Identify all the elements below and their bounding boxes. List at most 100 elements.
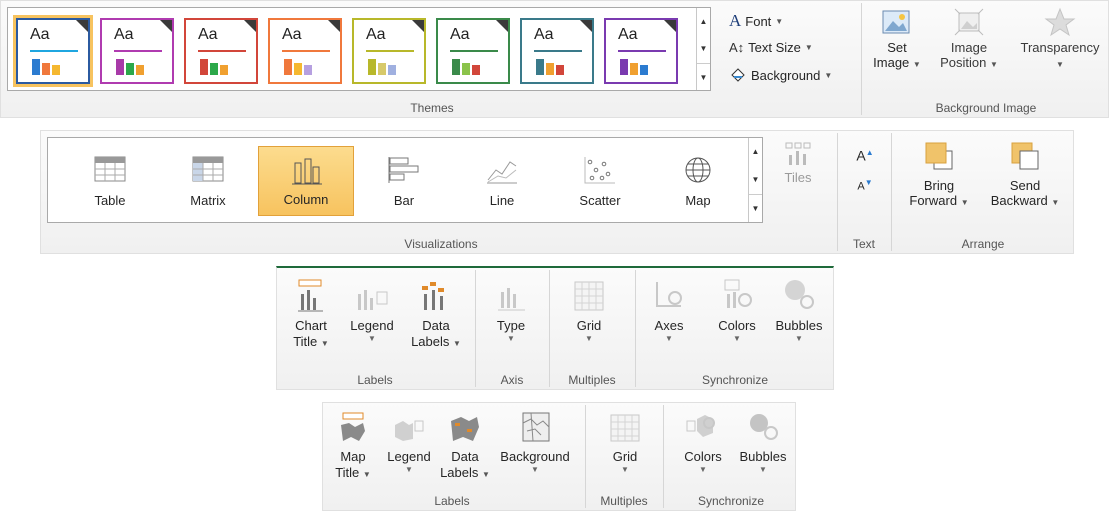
type-label: Type (496, 318, 526, 333)
increase-font-icon: A (856, 147, 866, 164)
scroll-down-icon[interactable]: ▼ (697, 35, 710, 62)
theme-thumbnail[interactable]: Aa (520, 18, 594, 84)
chevron-down-icon: ▼ (531, 465, 539, 474)
page-corner-icon (496, 20, 508, 32)
themes-gallery-scrollbar[interactable]: ▲ ▼ ▼ (696, 8, 710, 90)
theme-accent-line (450, 50, 498, 52)
tiles-button[interactable]: Tiles (773, 141, 823, 185)
viz-table-button[interactable]: Table (62, 146, 158, 216)
map-data-labels-button[interactable]: Data Labels ▼ (437, 411, 493, 483)
font-label: Font (745, 13, 772, 29)
matrix-icon (192, 156, 224, 182)
expand-gallery-icon[interactable]: ▼ (749, 193, 762, 223)
grid-button[interactable]: Grid ▼ (561, 278, 617, 344)
theme-thumbnail[interactable]: Aa (100, 18, 174, 84)
theme-sample-bar (126, 63, 134, 75)
viz-map-button[interactable]: Map (650, 146, 746, 216)
colors-sync-button[interactable]: Colors ▼ (709, 278, 765, 344)
viz-bar-button[interactable]: Bar (356, 146, 452, 216)
theme-thumbnail[interactable]: Aa (184, 18, 258, 84)
theme-sample-bar (640, 65, 648, 75)
theme-sample-text: Aa (282, 26, 302, 43)
map-legend-button[interactable]: Legend ▼ (381, 411, 437, 475)
image-position-button[interactable]: Image Position ▼ (933, 7, 1005, 72)
chevron-down-icon: ▼ (775, 16, 784, 26)
font-button[interactable]: A Font ▼ (729, 11, 783, 31)
bring-forward-icon (925, 142, 953, 170)
chart-title-line2: Title (293, 334, 318, 349)
chevron-down-icon: ▼ (759, 465, 767, 474)
image-position-line1: Image (950, 40, 988, 55)
map-data-labels-icon (451, 417, 479, 441)
map-grid-icon (610, 414, 640, 442)
chart-title-icon (298, 279, 323, 312)
scroll-up-icon[interactable]: ▲ (697, 8, 710, 35)
synchronize-group-label: Synchronize (701, 373, 769, 387)
viz-gallery-scrollbar[interactable]: ▲ ▼ ▼ (748, 138, 762, 222)
send-backward-button[interactable]: Send Backward ▼ (983, 139, 1067, 210)
scroll-up-icon[interactable]: ▲ (749, 138, 762, 166)
chevron-down-icon: ▼ (912, 60, 921, 69)
page-corner-icon (412, 20, 424, 32)
page-corner-icon (244, 20, 256, 32)
viz-label: Table (94, 193, 126, 208)
expand-gallery-icon[interactable]: ▼ (697, 62, 710, 91)
viz-label: Scatter (579, 193, 621, 208)
theme-accent-line (198, 50, 246, 52)
viz-column-button[interactable]: Column (258, 146, 354, 216)
map-grid-button[interactable]: Grid ▼ (597, 411, 653, 475)
axis-type-button[interactable]: Type ▼ (483, 278, 539, 344)
chart-layout-ribbon: Chart Title ▼ Legend ▼ Data Labels ▼ Lab… (276, 266, 834, 390)
scroll-down-icon[interactable]: ▼ (749, 166, 762, 194)
map-multiples-group-label: Multiples (600, 494, 648, 508)
theme-sample-text: Aa (618, 26, 638, 43)
chevron-down-icon: ▼ (733, 334, 741, 343)
bring-forward-button[interactable]: Bring Forward ▼ (903, 139, 975, 210)
chart-title-button[interactable]: Chart Title ▼ (285, 278, 337, 352)
theme-sample-bar (200, 59, 208, 75)
theme-thumbnail[interactable]: Aa (436, 18, 510, 84)
text-size-button[interactable]: A↕ Text Size ▼ (729, 40, 813, 55)
bubbles-sync-button[interactable]: Bubbles ▼ (769, 278, 829, 344)
theme-sample-text: Aa (198, 26, 218, 43)
font-icon: A (729, 11, 742, 30)
viz-scatter-button[interactable]: Scatter (552, 146, 648, 216)
map-title-icon (341, 412, 365, 441)
viz-label: Map (685, 193, 711, 208)
viz-label: Bar (393, 193, 415, 208)
chevron-down-icon: ▼ (621, 465, 629, 474)
image-position-icon (954, 8, 984, 36)
theme-sample-bar (116, 59, 124, 75)
viz-line-button[interactable]: Line (454, 146, 550, 216)
axes-sync-button[interactable]: Axes ▼ (643, 278, 695, 344)
transparency-button[interactable]: Transparency ▼ (1013, 7, 1107, 72)
theme-sample-bar (452, 59, 460, 75)
page-corner-icon (160, 20, 172, 32)
theme-thumbnail[interactable]: Aa (268, 18, 342, 84)
legend-button[interactable]: Legend ▼ (343, 278, 401, 344)
map-legend-icon (395, 420, 424, 441)
decrease-font-size-button[interactable]: A▼ (853, 175, 877, 195)
map-background-button[interactable]: Background ▼ (493, 411, 577, 475)
set-image-button[interactable]: Set Image ▼ (871, 7, 923, 72)
map-bubbles-label: Bubbles (739, 449, 787, 464)
theme-thumbnail[interactable]: Aa (13, 15, 93, 87)
background-label: Background (751, 67, 821, 83)
map-colors-sync-button[interactable]: Colors ▼ (675, 411, 731, 475)
sync-axes-icon (656, 282, 682, 307)
image-position-line2: Position (940, 55, 987, 70)
chevron-down-icon: ▼ (362, 470, 371, 479)
data-labels-button[interactable]: Data Labels ▼ (407, 278, 465, 352)
background-button[interactable]: Background ▼ (729, 67, 832, 83)
theme-thumbnail[interactable]: Aa (604, 18, 678, 84)
axis-type-icon (498, 288, 525, 311)
increase-font-size-button[interactable]: A▲ (853, 145, 877, 164)
map-title-button[interactable]: Map Title ▼ (329, 411, 377, 483)
viz-matrix-button[interactable]: Matrix (160, 146, 256, 216)
map-bubbles-sync-button[interactable]: Bubbles ▼ (733, 411, 793, 475)
map-grid-label: Grid (612, 449, 638, 464)
theme-thumbnail[interactable]: Aa (352, 18, 426, 84)
map-title-line2: Title (335, 465, 360, 480)
theme-sample-text: Aa (534, 26, 554, 43)
map-background-icon (522, 412, 550, 442)
